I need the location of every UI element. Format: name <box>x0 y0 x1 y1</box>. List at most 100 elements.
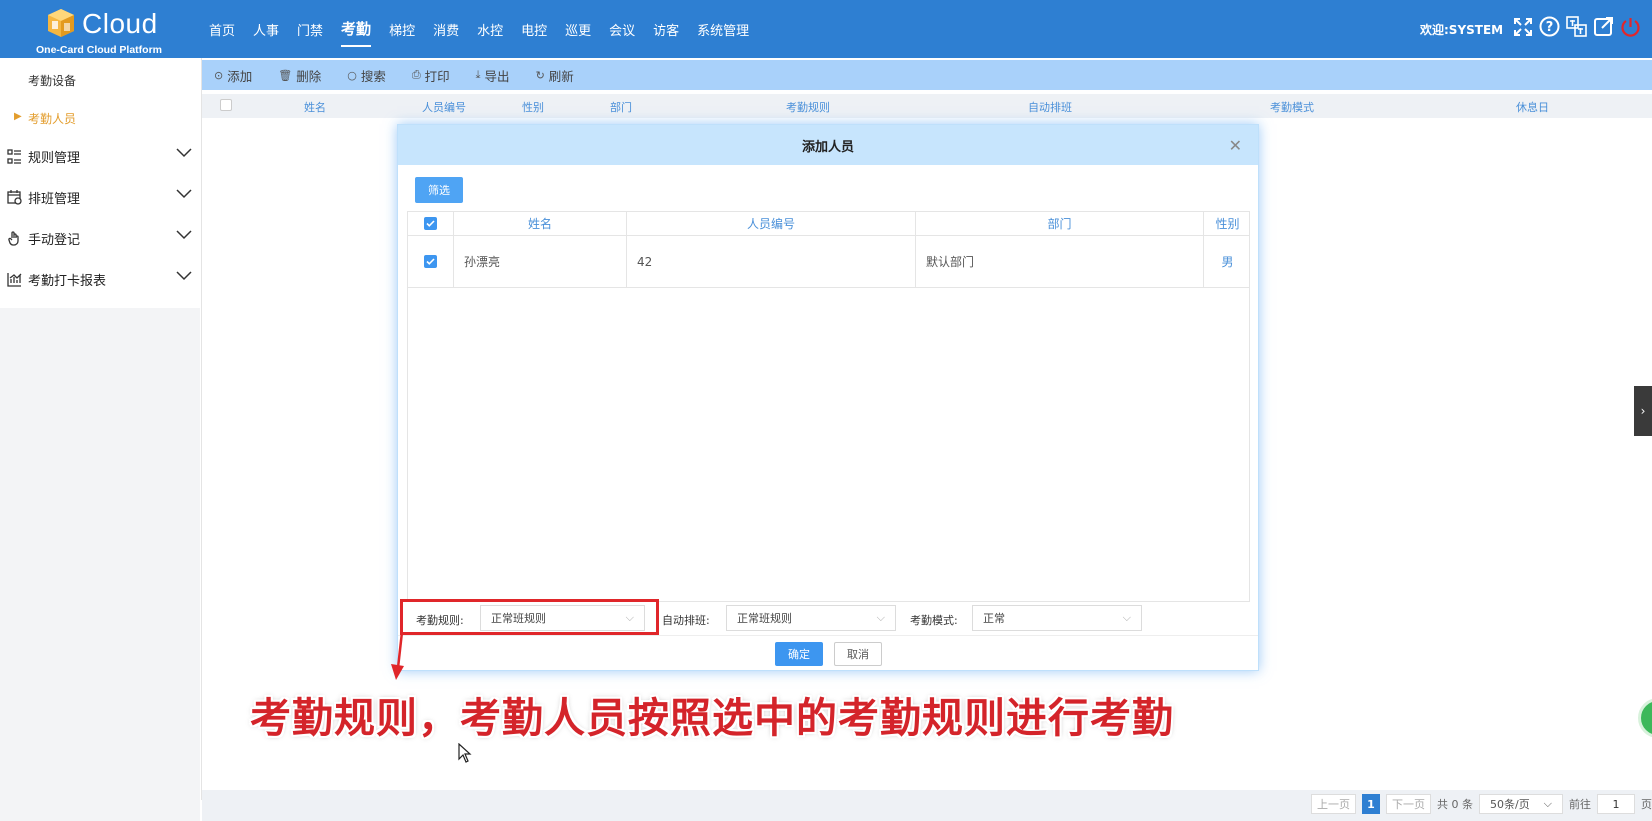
chevron-down-icon: ⌵ <box>1122 611 1131 624</box>
dialog-footer: 确定 取消 <box>398 635 1258 672</box>
grid-col-department[interactable]: 部门 <box>916 212 1204 235</box>
col-department[interactable]: 部门 <box>610 99 632 115</box>
nav-consume[interactable]: 消费 <box>433 14 459 45</box>
col-rule[interactable]: 考勤规则 <box>786 99 830 115</box>
col-auto-schedule[interactable]: 自动排班 <box>1028 99 1072 115</box>
nav-meeting[interactable]: 会议 <box>609 14 635 45</box>
search-button[interactable]: ○ 搜索 <box>347 66 386 85</box>
delete-label: 删除 <box>296 68 322 84</box>
checkbox-checked-icon <box>424 255 437 268</box>
floating-assistant-icon[interactable] <box>1638 698 1652 738</box>
logo-subtitle: One-Card Cloud Platform <box>36 44 163 56</box>
svg-text:?: ? <box>1546 20 1554 35</box>
annotation-caption: 考勤规则，考勤人员按照选中的考勤规则进行考勤 <box>250 694 1174 742</box>
main-table-header: 姓名 人员编号 性别 部门 考勤规则 自动排班 考勤模式 休息日 <box>202 94 1652 118</box>
col-gender[interactable]: 性别 <box>522 99 544 115</box>
add-button[interactable]: ⊙ 添加 <box>214 66 252 85</box>
refresh-button[interactable]: ↻ 刷新 <box>536 66 574 85</box>
grid-select-all[interactable] <box>408 212 454 235</box>
grid-col-staff-id[interactable]: 人员编号 <box>627 212 916 235</box>
sidebar: 考勤设备 ▶ 考勤人员 规则管理 排班管理 手动登记 考勤打卡报表 <box>0 58 200 308</box>
sidebar-group-rules[interactable]: 规则管理 <box>6 146 192 166</box>
sidebar-item-attendance-device[interactable]: 考勤设备 <box>28 72 76 89</box>
page-size-value: 50条/页 <box>1490 798 1530 811</box>
nav-hr[interactable]: 人事 <box>253 14 279 45</box>
filter-button[interactable]: 筛选 <box>415 177 463 203</box>
select-all-checkbox[interactable] <box>220 99 232 111</box>
schedule-select[interactable]: 正常班规则 ⌵ <box>726 605 896 631</box>
page-number[interactable]: 1 <box>1362 794 1380 814</box>
sidebar-group-manual[interactable]: 手动登记 <box>6 228 192 248</box>
table-row[interactable]: 孙漂亮 42 默认部门 男 <box>408 236 1249 288</box>
staff-grid: 姓名 人员编号 部门 性别 孙漂亮 42 默认部门 男 <box>407 211 1250 602</box>
schedule-label: 自动排班: <box>662 614 710 627</box>
grid-col-name[interactable]: 姓名 <box>454 212 627 235</box>
row-checkbox[interactable] <box>408 236 454 287</box>
power-icon[interactable] <box>1620 16 1641 37</box>
welcome-text: 欢迎:SYSTEM <box>1420 23 1504 37</box>
logo[interactable]: Cloud One-Card Cloud Platform <box>36 4 166 56</box>
chevron-down-icon <box>176 189 192 199</box>
add-staff-dialog: 添加人员 ✕ 筛选 姓名 人员编号 部门 性别 孙漂亮 42 默认部门 男 考勤… <box>397 124 1259 671</box>
side-drawer-toggle[interactable]: › <box>1634 386 1652 436</box>
chart-icon <box>6 271 22 287</box>
goto-page-input[interactable]: 1 <box>1597 794 1635 814</box>
col-staff-id[interactable]: 人员编号 <box>422 99 466 115</box>
calendar-icon <box>6 189 22 205</box>
help-icon[interactable]: ? <box>1539 16 1560 37</box>
next-page-button[interactable]: 下一页 <box>1386 794 1431 814</box>
nav-electric[interactable]: 电控 <box>521 14 547 45</box>
dialog-title: 添加人员 <box>801 139 854 155</box>
external-link-icon[interactable] <box>1593 16 1614 37</box>
sidebar-item-attendance-staff[interactable]: ▶ 考勤人员 <box>14 110 76 127</box>
checkbox-checked-icon <box>424 217 437 230</box>
cube-logo-icon <box>48 9 74 37</box>
trash-icon: 🗑 <box>278 68 293 82</box>
nav-system[interactable]: 系统管理 <box>697 14 749 45</box>
arrow-down-icon <box>391 632 404 680</box>
nav-visitor[interactable]: 访客 <box>653 14 679 45</box>
mode-value: 正常 <box>983 612 1005 625</box>
page-size-select[interactable]: 50条/页 ⌵ <box>1479 794 1563 814</box>
sidebar-background <box>0 308 200 821</box>
prev-page-button[interactable]: 上一页 <box>1311 794 1356 814</box>
confirm-button[interactable]: 确定 <box>775 642 823 666</box>
row-staff-id: 42 <box>627 236 916 287</box>
col-rest-day[interactable]: 休息日 <box>1516 99 1549 115</box>
download-icon: ⤓ <box>475 68 481 81</box>
col-name[interactable]: 姓名 <box>304 99 326 115</box>
close-icon[interactable]: ✕ <box>1229 136 1242 155</box>
grid-col-gender[interactable]: 性别 <box>1204 212 1251 235</box>
chevron-down-icon: ⌵ <box>1543 797 1552 810</box>
pagination-bar: 上一页 1 下一页 共 0 条 50条/页 ⌵ 前往 1 页 <box>202 790 1652 821</box>
sidebar-group-schedule[interactable]: 排班管理 <box>6 187 192 207</box>
print-button[interactable]: ⎙ 打印 <box>412 66 450 85</box>
row-department: 默认部门 <box>916 236 1204 287</box>
export-button[interactable]: ⤓ 导出 <box>476 66 510 85</box>
sidebar-group-label: 规则管理 <box>28 150 81 166</box>
nav-patrol[interactable]: 巡更 <box>565 14 591 45</box>
cancel-button[interactable]: 取消 <box>834 642 882 666</box>
nav-attendance[interactable]: 考勤 <box>341 12 372 47</box>
schedule-value: 正常班规则 <box>737 612 792 625</box>
delete-button[interactable]: 🗑 删除 <box>278 66 321 85</box>
chevron-down-icon: ⌵ <box>876 611 885 624</box>
chevron-down-icon <box>176 148 192 158</box>
fullscreen-icon[interactable] <box>1512 16 1533 37</box>
hand-icon <box>6 230 22 246</box>
search-icon: ○ <box>347 68 357 82</box>
nav-home[interactable]: 首页 <box>209 14 235 45</box>
nav-access[interactable]: 门禁 <box>297 14 323 45</box>
divider <box>201 58 202 800</box>
chevron-down-icon <box>176 271 192 281</box>
sidebar-group-label: 排班管理 <box>28 191 81 207</box>
plus-circle-icon: ⊙ <box>214 68 224 82</box>
sidebar-group-report[interactable]: 考勤打卡报表 <box>6 269 192 289</box>
main-nav: 首页 人事 门禁 考勤 梯控 消费 水控 电控 巡更 会议 访客 系统管理 <box>200 0 758 58</box>
export-label: 导出 <box>484 68 510 84</box>
col-mode[interactable]: 考勤模式 <box>1270 99 1314 115</box>
mode-select[interactable]: 正常 ⌵ <box>972 605 1142 631</box>
nav-elevator[interactable]: 梯控 <box>389 14 415 45</box>
language-icon[interactable] <box>1566 16 1587 37</box>
nav-water[interactable]: 水控 <box>477 14 503 45</box>
